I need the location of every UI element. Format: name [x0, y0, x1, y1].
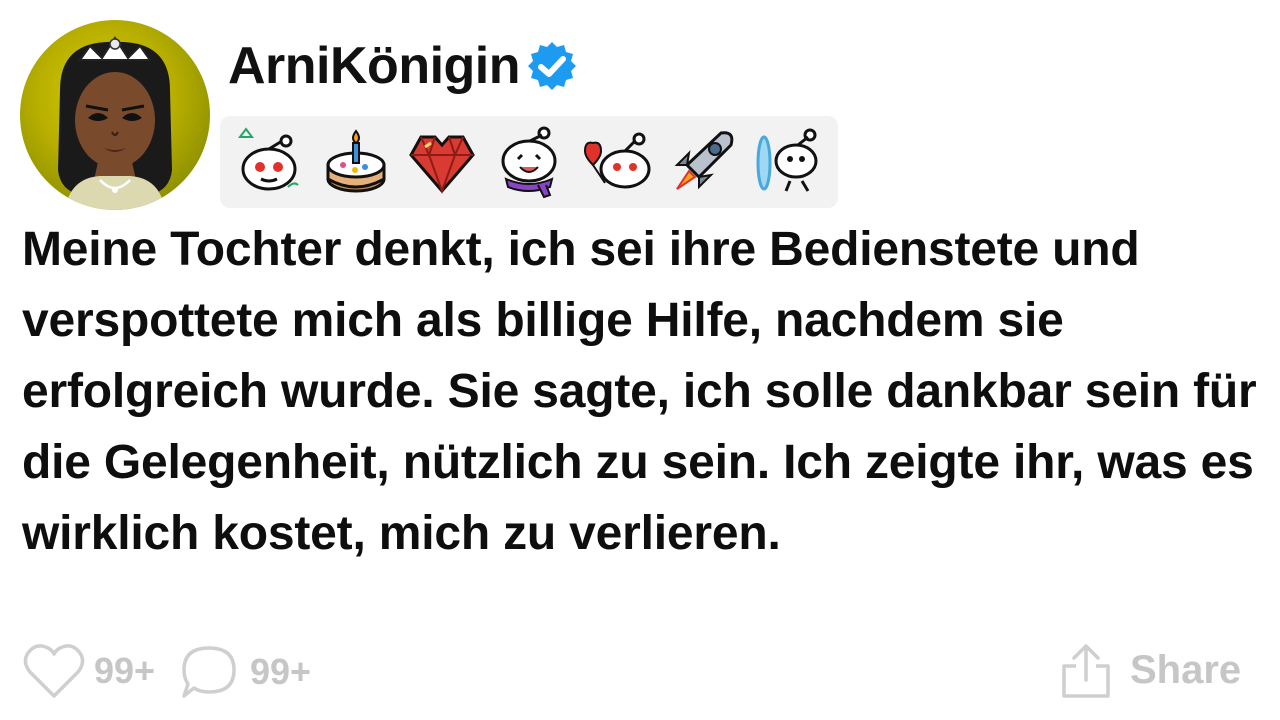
post-header: ArniKönigin [228, 40, 578, 92]
comment-count: 99+ [250, 651, 312, 692]
portal-snoo-award-icon[interactable] [752, 125, 826, 199]
comment-bubble-icon [182, 646, 236, 698]
username[interactable]: ArniKönigin [228, 40, 521, 92]
share-button[interactable]: Share [1058, 640, 1241, 700]
share-label: Share [1130, 647, 1242, 692]
heart-outline-icon [23, 644, 85, 698]
verified-badge-icon [528, 42, 577, 90]
snoo-heart-balloon-award-icon[interactable] [579, 125, 653, 199]
award-badges [220, 116, 838, 208]
like-count: 99+ [94, 650, 156, 691]
snoo-alien-award-icon[interactable] [232, 125, 306, 199]
cake-day-award-icon[interactable] [319, 125, 393, 199]
comment-button[interactable]: 99+ [178, 642, 311, 702]
profile-avatar[interactable] [20, 20, 210, 210]
heart-gem-award-icon[interactable] [405, 125, 479, 199]
post-body-text: Meine Tochter denkt, ich sei ihre Bedien… [22, 223, 1257, 560]
princess-avatar-icon [58, 36, 172, 210]
rocket-award-icon[interactable] [665, 125, 739, 199]
like-button[interactable]: 99+ [22, 642, 155, 700]
snoo-scarf-award-icon[interactable] [492, 125, 566, 199]
share-icon [1062, 644, 1110, 698]
post-actions-bar: 99+ 99+ Share [0, 636, 1280, 716]
